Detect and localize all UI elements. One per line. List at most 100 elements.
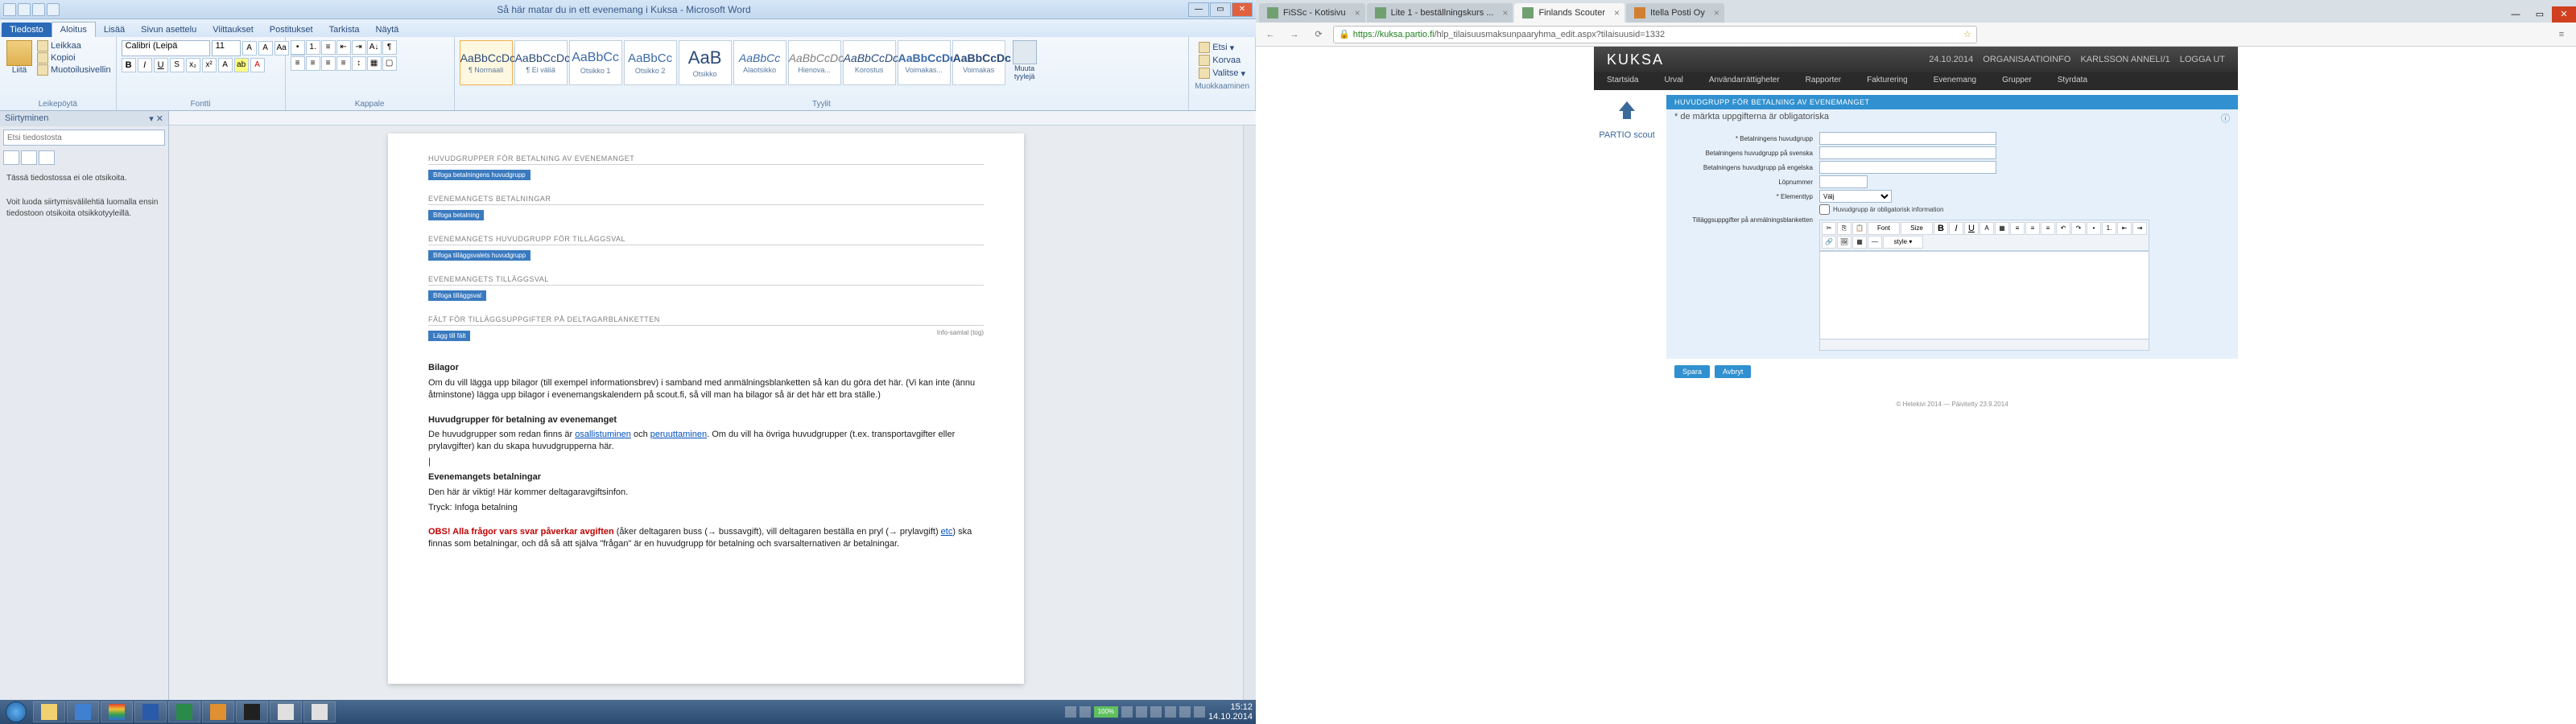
rte-link-button[interactable]: 🔗: [1822, 236, 1836, 249]
tab-close-icon[interactable]: ×: [1355, 7, 1360, 19]
close-button[interactable]: ✕: [2552, 6, 2576, 23]
bullets-button[interactable]: •: [291, 40, 305, 55]
rte-image-button[interactable]: 🖼: [1837, 236, 1852, 249]
justify-button[interactable]: ≡: [336, 56, 351, 71]
rte-underline-button[interactable]: U: [1964, 222, 1979, 235]
nav-startsida[interactable]: Startsida: [1594, 72, 1651, 90]
tab-close-icon[interactable]: ×: [1614, 7, 1620, 19]
tab-layout[interactable]: Sivun asettelu: [133, 23, 204, 37]
tray-icon[interactable]: [1179, 706, 1191, 718]
select-elementtyp[interactable]: Välj: [1819, 190, 1892, 203]
rte-style-button[interactable]: style ▾: [1883, 236, 1923, 249]
nav-users[interactable]: Användarrättigheter: [1696, 72, 1793, 90]
tab-review[interactable]: Tarkista: [321, 23, 368, 37]
undo-icon[interactable]: [32, 3, 45, 16]
nav-styrdata[interactable]: Styrdata: [2045, 72, 2100, 90]
input-huvudgrupp-en[interactable]: [1819, 161, 1996, 174]
task-cmd[interactable]: [236, 701, 268, 722]
input-lopnummer[interactable]: [1819, 175, 1868, 188]
rte-paste-button[interactable]: 📋: [1852, 222, 1867, 235]
superscript-button[interactable]: x²: [202, 58, 217, 72]
nav-reports[interactable]: Rapporter: [1793, 72, 1854, 90]
styles-gallery[interactable]: AaBbCcDc¶ Normaali AaBbCcDc¶ Ei väliä Aa…: [460, 40, 1005, 85]
rte-outdent-button[interactable]: ⇤: [2117, 222, 2132, 235]
tab-references[interactable]: Viittaukset: [204, 23, 262, 37]
chrome-tab-active[interactable]: Finlands Scouter×: [1514, 3, 1624, 23]
task-outlook[interactable]: [202, 701, 234, 722]
select-button[interactable]: Valitse ▾: [1199, 68, 1245, 79]
reload-button[interactable]: ⟳: [1309, 25, 1328, 44]
volume-icon[interactable]: [1150, 706, 1162, 718]
task-app1[interactable]: [270, 701, 302, 722]
indent-inc-button[interactable]: ⇥: [352, 40, 366, 55]
style-heading1[interactable]: AaBbCcOtsikko 1: [569, 40, 622, 85]
sort-button[interactable]: A↓: [367, 40, 382, 55]
header-org[interactable]: ORGANISAATIOINFO: [1983, 55, 2070, 64]
forward-button[interactable]: →: [1285, 25, 1304, 44]
nav-tab-headings[interactable]: [3, 150, 19, 165]
maximize-button[interactable]: ▭: [1210, 2, 1231, 17]
style-subtle[interactable]: AaBbCcDcHienova...: [788, 40, 841, 85]
font-color-button[interactable]: A: [250, 58, 265, 72]
nav-search-input[interactable]: [3, 130, 165, 146]
style-intense[interactable]: AaBbCcDcVoimakas...: [898, 40, 951, 85]
help-icon[interactable]: ⓘ: [2221, 112, 2230, 125]
nav-events[interactable]: Evenemang: [1921, 72, 1989, 90]
nav-billing[interactable]: Fakturering: [1854, 72, 1921, 90]
rte-align-right-button[interactable]: ≡: [2041, 222, 2055, 235]
style-nospacing[interactable]: AaBbCcDc¶ Ei väliä: [514, 40, 568, 85]
font-name-select[interactable]: Calibri (Leipä: [122, 40, 210, 56]
rte-cut-button[interactable]: ✂: [1822, 222, 1836, 235]
rte-italic-button[interactable]: I: [1949, 222, 1963, 235]
bold-button[interactable]: B: [122, 58, 136, 72]
align-right-button[interactable]: ≡: [321, 56, 336, 71]
address-bar[interactable]: 🔒 https://kuksa.partio.fi/hlp_tilaisuusm…: [1333, 26, 1977, 43]
document-scroll[interactable]: HUVUDGRUPPER FÖR BETALNING AV EVENEMANGE…: [169, 125, 1243, 708]
nav-close-icon[interactable]: ▾ ✕: [149, 113, 163, 124]
rte-undo-button[interactable]: ↶: [2056, 222, 2070, 235]
header-logout[interactable]: LOGGA UT: [2180, 55, 2225, 64]
text-effects-button[interactable]: A: [218, 58, 233, 72]
maximize-button[interactable]: ▭: [2528, 6, 2552, 23]
chrome-tab[interactable]: Itella Posti Oy×: [1626, 3, 1724, 23]
highlight-button[interactable]: ab: [234, 58, 249, 72]
shrink-font-button[interactable]: A: [258, 41, 273, 56]
shading-button[interactable]: ▦: [367, 56, 382, 71]
vertical-scrollbar[interactable]: [1243, 125, 1256, 708]
save-icon[interactable]: [18, 3, 31, 16]
nav-tab-results[interactable]: [39, 150, 55, 165]
change-styles-button[interactable]: Muuta tyylejä: [1009, 40, 1041, 80]
rte-redo-button[interactable]: ↷: [2071, 222, 2086, 235]
underline-button[interactable]: U: [154, 58, 168, 72]
indent-dec-button[interactable]: ⇤: [336, 40, 351, 55]
rte-font-button[interactable]: Font: [1868, 222, 1900, 235]
tab-insert[interactable]: Lisää: [96, 23, 133, 37]
tray-icon[interactable]: [1165, 706, 1176, 718]
tray-icon[interactable]: [1121, 706, 1133, 718]
subscript-button[interactable]: x₂: [186, 58, 200, 72]
close-button[interactable]: ✕: [1232, 2, 1253, 17]
cancel-button[interactable]: Avbryt: [1715, 365, 1751, 378]
replace-button[interactable]: Korvaa: [1199, 55, 1245, 66]
rte-hr-button[interactable]: —: [1868, 236, 1882, 249]
rte-align-left-button[interactable]: ≡: [2010, 222, 2025, 235]
menu-button[interactable]: ≡: [2552, 25, 2571, 44]
rte-copy-button[interactable]: ⎘: [1837, 222, 1852, 235]
tab-file[interactable]: Tiedosto: [2, 23, 52, 37]
copy-button[interactable]: Kopioi: [37, 52, 111, 64]
tab-close-icon[interactable]: ×: [1502, 7, 1508, 19]
horizontal-ruler[interactable]: [169, 111, 1256, 125]
rte-color-button[interactable]: A: [1979, 222, 1994, 235]
task-explorer[interactable]: [33, 701, 65, 722]
nav-tab-pages[interactable]: [21, 150, 37, 165]
style-subtitle[interactable]: AaBbCcAlaotsikko: [733, 40, 786, 85]
task-excel[interactable]: [168, 701, 200, 722]
browser-viewport[interactable]: KUKSA 24.10.2014 ORGANISAATIOINFO KARLSS…: [1256, 47, 2576, 724]
paste-button[interactable]: Liitä: [5, 40, 34, 88]
style-title[interactable]: AaBOtsikko: [679, 40, 732, 85]
nav-urval[interactable]: Urval: [1651, 72, 1695, 90]
cut-button[interactable]: Leikkaa: [37, 40, 111, 51]
align-center-button[interactable]: ≡: [306, 56, 320, 71]
redo-icon[interactable]: [47, 3, 60, 16]
header-user[interactable]: KARLSSON ANNELI/1: [2080, 55, 2169, 64]
